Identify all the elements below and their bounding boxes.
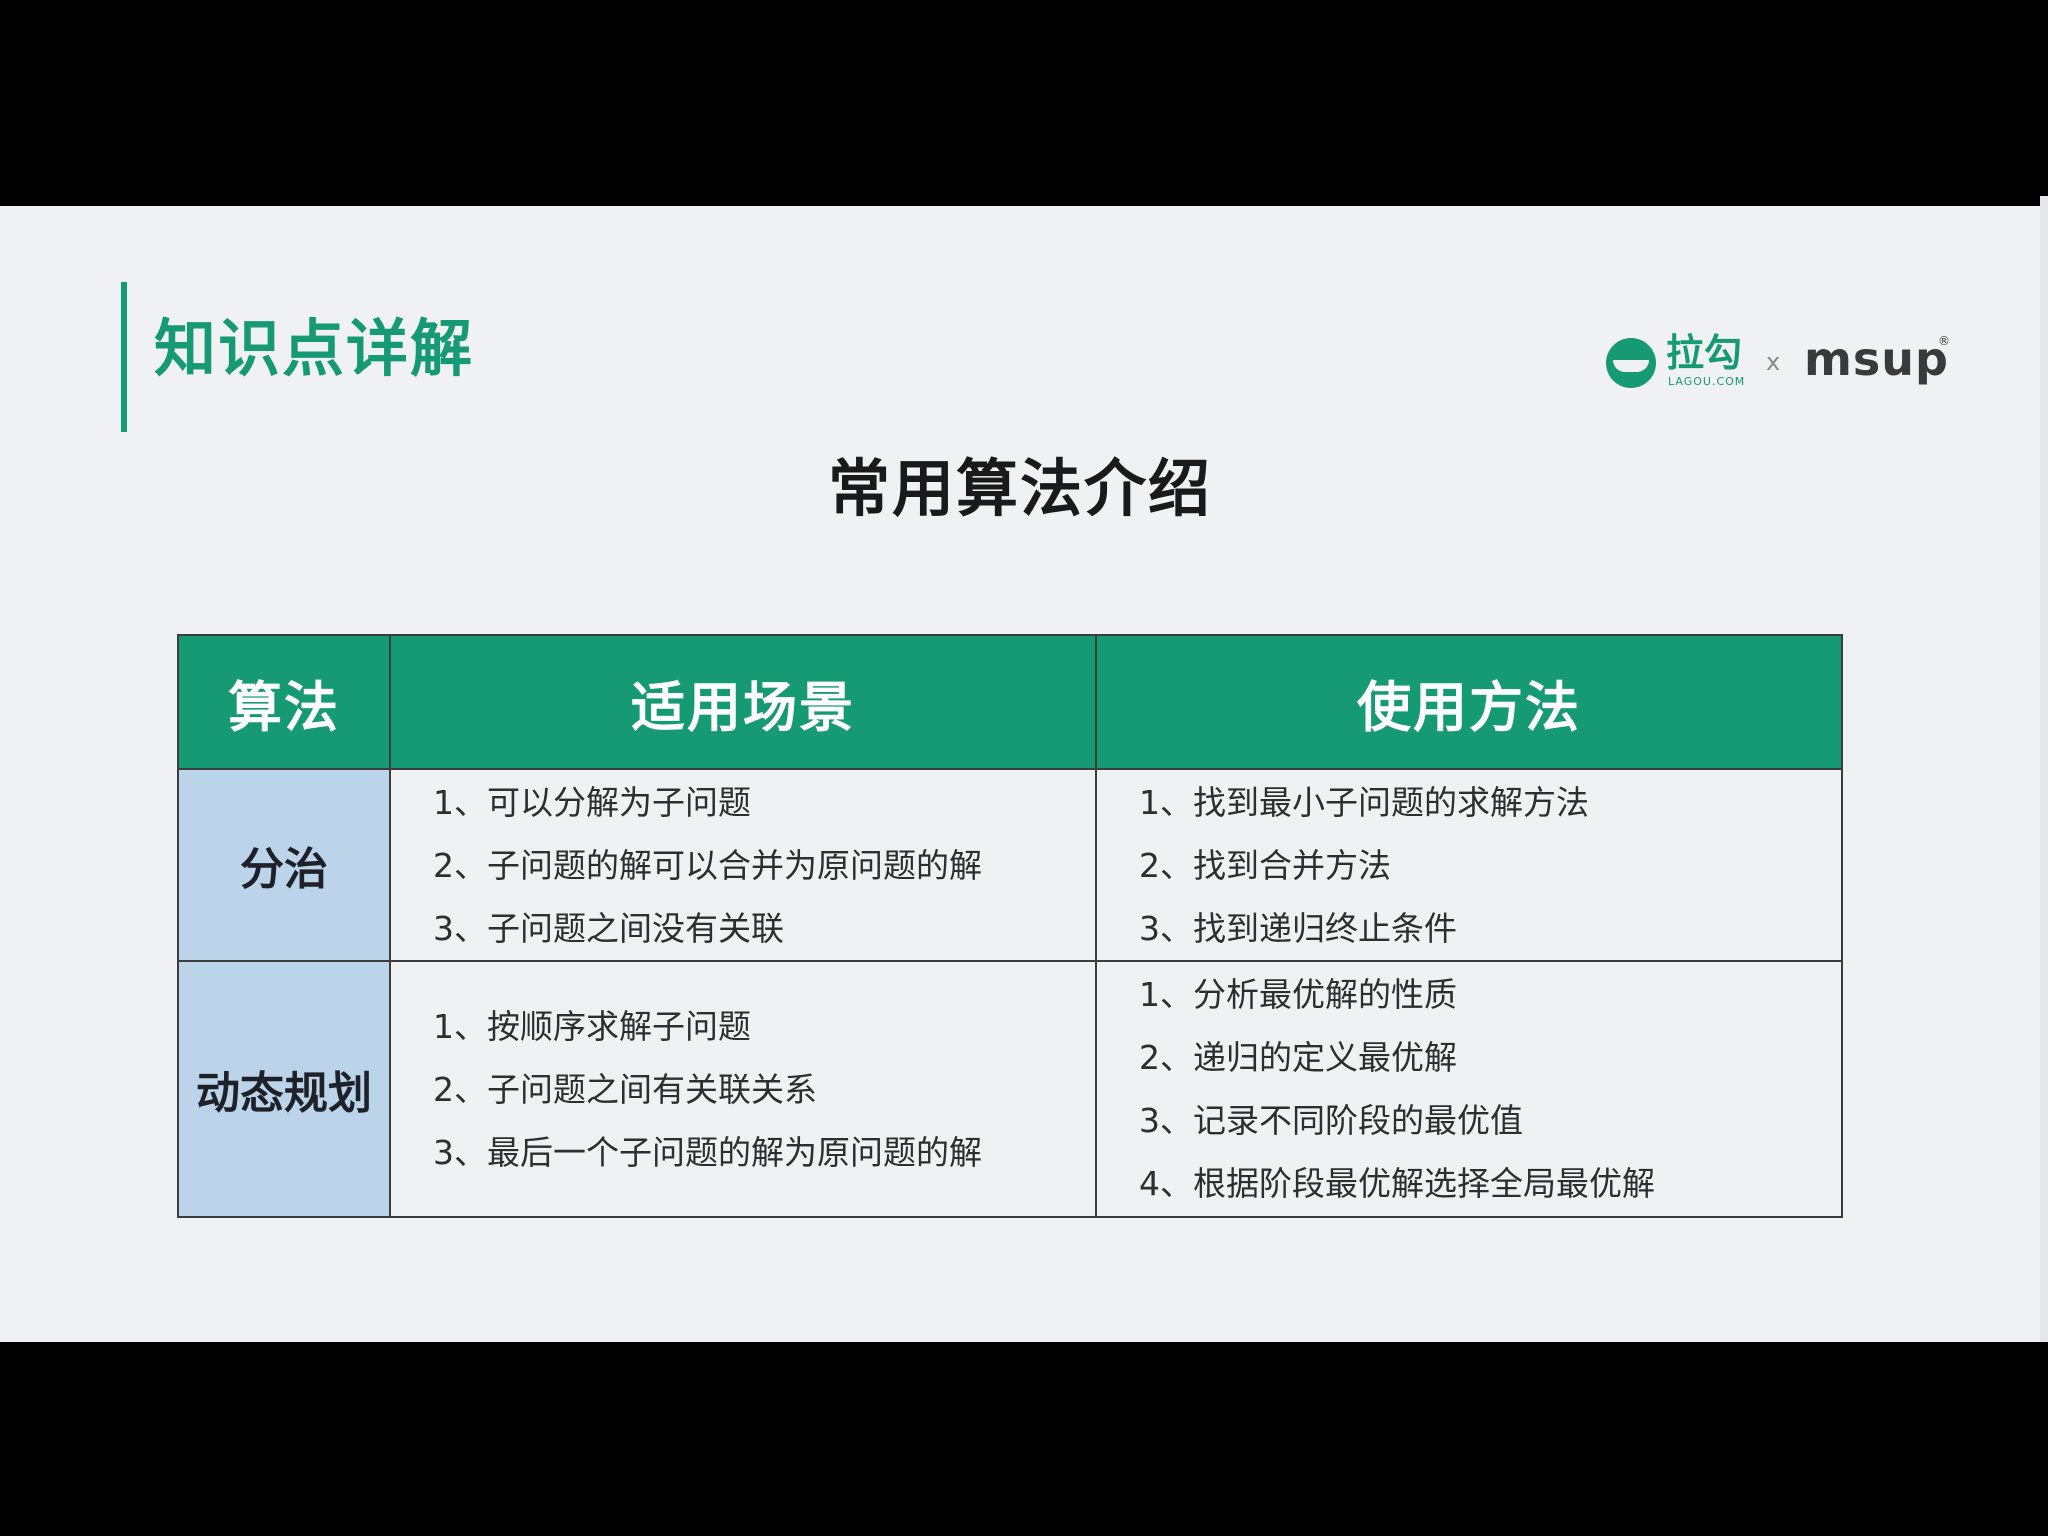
scenario-item: 3、子问题之间没有关联 — [433, 908, 784, 948]
msup-logo: msup — [1804, 332, 1949, 386]
scenario-item: 1、按顺序求解子问题 — [433, 1006, 751, 1046]
slide-edge — [2040, 196, 2048, 1342]
method-item: 2、递归的定义最优解 — [1139, 1038, 1457, 1077]
slide: 知识点详解 拉勾 LAGOU.COM x msup ® 常用算法介绍 算法 适用… — [0, 206, 2040, 1342]
algorithm-table: 算法 适用场景 使用方法 分治 1、可以分解为子问题 2、子问题的解可以合并为原… — [177, 634, 1843, 1218]
scenario-list: 1、按顺序求解子问题 2、子问题之间有关联关系 3、最后一个子问题的解为原问题的… — [389, 960, 1097, 1218]
brand-logos: 拉勾 LAGOU.COM x msup ® — [1606, 331, 1950, 394]
lagou-logo-name: 拉勾 — [1666, 331, 1743, 375]
lagou-logo-subtext: LAGOU.COM — [1668, 375, 1746, 388]
method-item: 1、分析最优解的性质 — [1139, 975, 1457, 1014]
table-row: 动态规划 1、按顺序求解子问题 2、子问题之间有关联关系 3、最后一个子问题的解… — [177, 960, 1843, 1218]
registered-mark: ® — [1938, 334, 1950, 348]
scenario-item: 3、最后一个子问题的解为原问题的解 — [433, 1132, 982, 1172]
method-list: 1、找到最小子问题的求解方法 2、找到合并方法 3、找到递归终止条件 — [1095, 768, 1843, 962]
method-item: 2、找到合并方法 — [1139, 845, 1391, 885]
table-row: 分治 1、可以分解为子问题 2、子问题的解可以合并为原问题的解 3、子问题之间没… — [177, 768, 1843, 962]
lagou-logo-icon — [1606, 338, 1656, 388]
scenario-item: 2、子问题之间有关联关系 — [433, 1069, 817, 1109]
method-item: 4、根据阶段最优解选择全局最优解 — [1139, 1164, 1655, 1203]
algorithm-name: 动态规划 — [177, 960, 391, 1218]
method-list: 1、分析最优解的性质 2、递归的定义最优解 3、记录不同阶段的最优值 4、根据阶… — [1095, 960, 1843, 1218]
scenario-list: 1、可以分解为子问题 2、子问题的解可以合并为原问题的解 3、子问题之间没有关联 — [389, 768, 1097, 962]
header-methods: 使用方法 — [1095, 634, 1843, 770]
section-title: 知识点详解 — [154, 312, 475, 385]
scenario-item: 2、子问题的解可以合并为原问题的解 — [433, 845, 982, 885]
algorithm-name: 分治 — [177, 768, 391, 962]
scenario-item: 1、可以分解为子问题 — [433, 782, 751, 822]
main-title: 常用算法介绍 — [827, 452, 1212, 525]
table-header-row: 算法 适用场景 使用方法 — [177, 634, 1843, 770]
method-item: 1、找到最小子问题的求解方法 — [1139, 782, 1589, 822]
header-scenarios: 适用场景 — [389, 634, 1097, 770]
brand-separator: x — [1766, 348, 1781, 376]
method-item: 3、记录不同阶段的最优值 — [1139, 1101, 1523, 1140]
method-item: 3、找到递归终止条件 — [1139, 908, 1457, 948]
accent-bar — [121, 282, 127, 432]
header-algorithm: 算法 — [177, 634, 391, 770]
